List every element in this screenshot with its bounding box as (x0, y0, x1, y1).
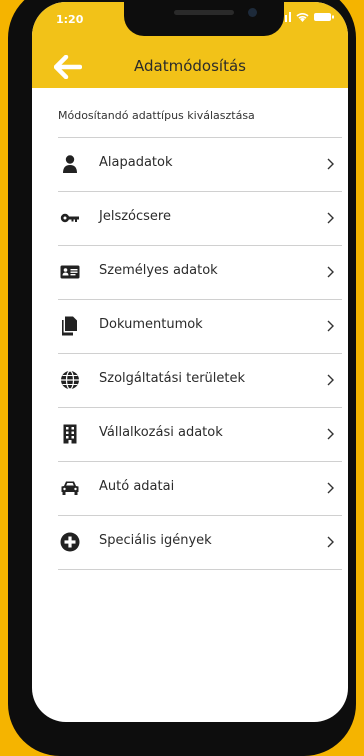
chevron-right-icon (327, 212, 334, 224)
status-time: 1:20 (56, 13, 84, 26)
app-header: 1:20 Adatmódosítás (32, 2, 348, 88)
key-icon (60, 213, 79, 223)
wifi-icon (296, 13, 309, 22)
data-type-list: Alapadatok Jelszócsere Személyes adatok (58, 137, 342, 570)
list-item-szolgaltatasi-teruletek[interactable]: Szolgáltatási területek (58, 353, 342, 407)
list-item-label: Személyes adatok (99, 263, 218, 278)
list-item-label: Speciális igények (99, 533, 212, 548)
phone-frame: 1:20 Adatmódosítás Módosítandó adattípus… (8, 0, 356, 756)
list-item-label: Dokumentumok (99, 317, 203, 332)
chevron-right-icon (327, 158, 334, 170)
list-item-specialis-igenyek[interactable]: Speciális igények (58, 515, 342, 570)
chevron-right-icon (327, 320, 334, 332)
list-item-alapadatok[interactable]: Alapadatok (58, 137, 342, 191)
list-item-auto-adatai[interactable]: Autó adatai (58, 461, 342, 515)
list-item-label: Autó adatai (99, 479, 175, 494)
chevron-right-icon (327, 428, 334, 440)
list-item-label: Alapadatok (99, 155, 173, 170)
globe-icon (61, 370, 79, 390)
documents-icon (62, 316, 77, 336)
list-item-jelszocsere[interactable]: Jelszócsere (58, 191, 342, 245)
list-item-vallalkozasi-adatok[interactable]: Vállalkozási adatok (58, 407, 342, 461)
list-item-dokumentumok[interactable]: Dokumentumok (58, 299, 342, 353)
list-item-label: Szolgáltatási területek (99, 371, 246, 386)
battery-icon (314, 13, 334, 21)
camera (248, 8, 257, 17)
chevron-right-icon (327, 536, 334, 548)
status-icons (277, 12, 334, 22)
section-subtitle: Módosítandó adattípus kiválasztása (58, 109, 255, 122)
id-card-icon (60, 265, 80, 279)
chevron-right-icon (327, 482, 334, 494)
notch (124, 2, 284, 36)
person-icon (63, 155, 77, 173)
chevron-right-icon (327, 266, 334, 278)
list-item-label: Vállalkozási adatok (99, 425, 223, 440)
list-item-szemelyes-adatok[interactable]: Személyes adatok (58, 245, 342, 299)
speaker (174, 10, 234, 15)
building-icon (63, 424, 77, 444)
page-title: Adatmódosítás (134, 57, 246, 75)
car-icon (61, 481, 79, 495)
chevron-right-icon (327, 374, 334, 386)
list-item-label: Jelszócsere (99, 209, 171, 224)
plus-circle-icon (60, 532, 80, 552)
screen: 1:20 Adatmódosítás Módosítandó adattípus… (32, 2, 348, 722)
